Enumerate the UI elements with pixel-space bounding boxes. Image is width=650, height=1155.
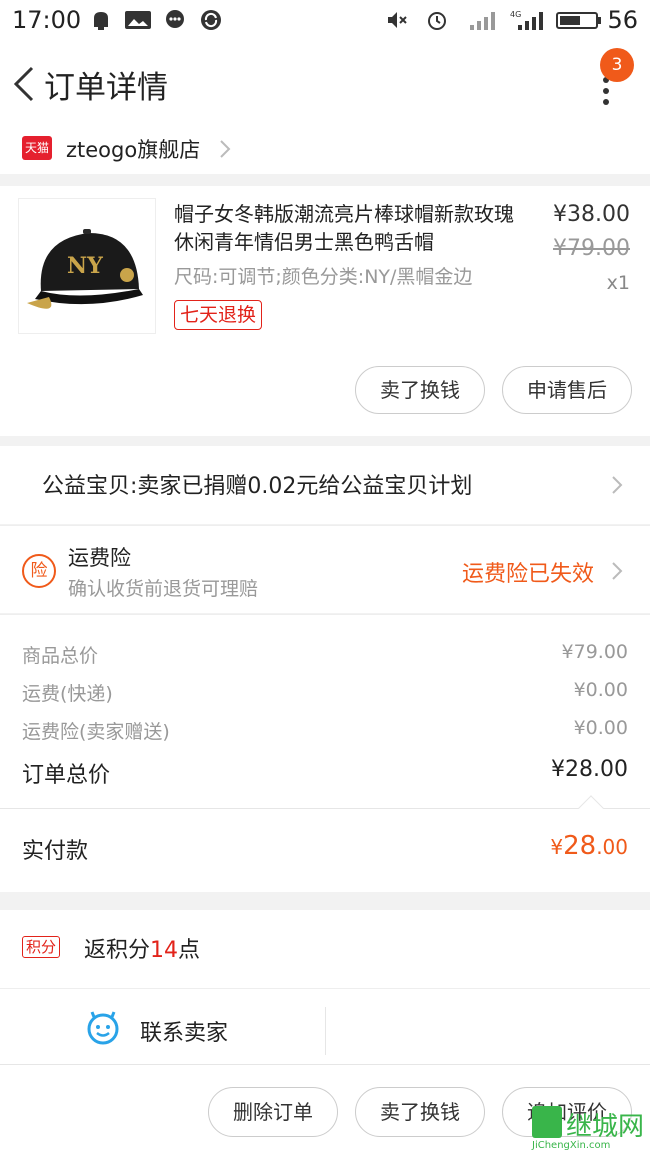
product-price: ¥38.00 (553, 202, 630, 227)
delete-order-button[interactable]: 删除订单 (208, 1087, 338, 1137)
charity-text: 公益宝贝:卖家已捐赠0.02元给公益宝贝计划 (42, 474, 473, 499)
points-suffix: 点 (178, 938, 201, 963)
summary-value-insurance: ¥0.00 (573, 717, 628, 739)
battery-icon (556, 12, 601, 29)
store-name: zteogo旗舰店 (66, 138, 201, 162)
summary-label-insurance: 运费险(卖家赠送) (22, 721, 170, 743)
cap-image-icon: NY (27, 229, 143, 309)
sync-icon (201, 10, 221, 30)
charity-row[interactable]: 公益宝贝:卖家已捐赠0.02元给公益宝贝计划 (0, 446, 650, 524)
summary-label-shipping: 运费(快递) (22, 683, 113, 705)
product-image[interactable]: NY (18, 198, 156, 334)
watermark-subtext: JiChengXin.com (532, 1140, 611, 1151)
app-header: 订单详情 3 (0, 40, 650, 126)
status-time: 17:00 (12, 6, 82, 34)
after-sales-button[interactable]: 申请售后 (502, 366, 632, 414)
store-row[interactable]: 天猫 zteogo旗舰店 (0, 126, 650, 174)
paid-value: ¥28.00 (550, 831, 628, 861)
watermark-logo: 继城网 JiChengXin.com (532, 1106, 648, 1154)
points-number: 14 (150, 938, 179, 963)
insurance-icon: 险 (22, 554, 56, 588)
battery-level: 56 (607, 6, 638, 34)
alarm-icon (428, 12, 446, 30)
paid-amount-row: 实付款 ¥28.00 (0, 795, 650, 892)
points-text: 返积分14点 (84, 932, 200, 964)
product-title[interactable]: 帽子女冬韩版潮流亮片棒球帽新款玫瑰休闲青年情侣男士黑色鸭舌帽 (174, 200, 526, 256)
paid-decimal: .00 (596, 835, 628, 859)
insurance-subtitle: 确认收货前退货可理赔 (68, 578, 259, 600)
contact-seller-button[interactable]: 联系卖家 (0, 989, 325, 1065)
divider (325, 1007, 326, 1055)
tmall-logo: 天猫 (22, 136, 52, 160)
points-row: 积分 返积分14点 (0, 910, 650, 988)
svg-text:4G: 4G (510, 10, 521, 19)
product-quantity: x1 (606, 272, 630, 294)
points-prefix: 返积分 (84, 938, 151, 963)
back-arrow-icon[interactable] (10, 64, 36, 104)
watermark-icon (532, 1106, 562, 1138)
paid-currency: ¥ (550, 835, 564, 859)
order-total-label: 订单总价 (22, 763, 111, 788)
shipping-insurance-row[interactable]: 险 运费险 确认收货前退货可理赔 运费险已失效 (0, 525, 650, 613)
product-original-price: ¥79.00 (553, 236, 630, 261)
price-summary: 商品总价 ¥79.00 运费(快递) ¥0.00 运费险(卖家赠送) ¥0.00… (0, 614, 650, 808)
chevron-right-icon (220, 140, 231, 158)
order-total-value: ¥28.00 (551, 757, 628, 782)
contact-seller-label: 联系卖家 (140, 1021, 229, 1046)
page-title: 订单详情 (44, 70, 168, 106)
status-bar: 17:00 4G 56 (0, 0, 650, 40)
insurance-title: 运费险 (68, 546, 131, 570)
chat-icon (166, 10, 184, 28)
product-sku: 尺码:可调节;颜色分类:NY/黑帽金边 (174, 266, 473, 288)
chevron-right-icon (612, 476, 623, 494)
signal-4g-icon: 4G (510, 10, 543, 30)
smiley-chat-icon (87, 1011, 119, 1045)
sell-for-cash-button[interactable]: 卖了换钱 (355, 1087, 485, 1137)
product-card: NY 帽子女冬韩版潮流亮片棒球帽新款玫瑰休闲青年情侣男士黑色鸭舌帽 尺码:可调节… (0, 186, 650, 436)
summary-value-shipping: ¥0.00 (573, 679, 628, 701)
watermark-text: 继城网 (566, 1112, 645, 1142)
notification-badge: 3 (600, 48, 634, 82)
signal-icon (470, 12, 495, 30)
image-icon (125, 11, 151, 29)
summary-value-goods: ¥79.00 (561, 641, 628, 663)
svg-text:NY: NY (67, 253, 103, 279)
notification-icon (94, 12, 108, 30)
paid-label: 实付款 (22, 839, 89, 864)
sell-for-cash-button[interactable]: 卖了换钱 (355, 366, 485, 414)
chevron-right-icon (612, 562, 623, 580)
paid-integer: 28 (563, 831, 597, 861)
contact-row: 联系卖家 (0, 988, 650, 1064)
insurance-status: 运费险已失效 (462, 562, 595, 587)
return-policy-tag: 七天退换 (174, 300, 263, 330)
summary-label-goods: 商品总价 (22, 645, 99, 667)
mute-icon (388, 12, 407, 28)
points-tag: 积分 (22, 936, 61, 958)
